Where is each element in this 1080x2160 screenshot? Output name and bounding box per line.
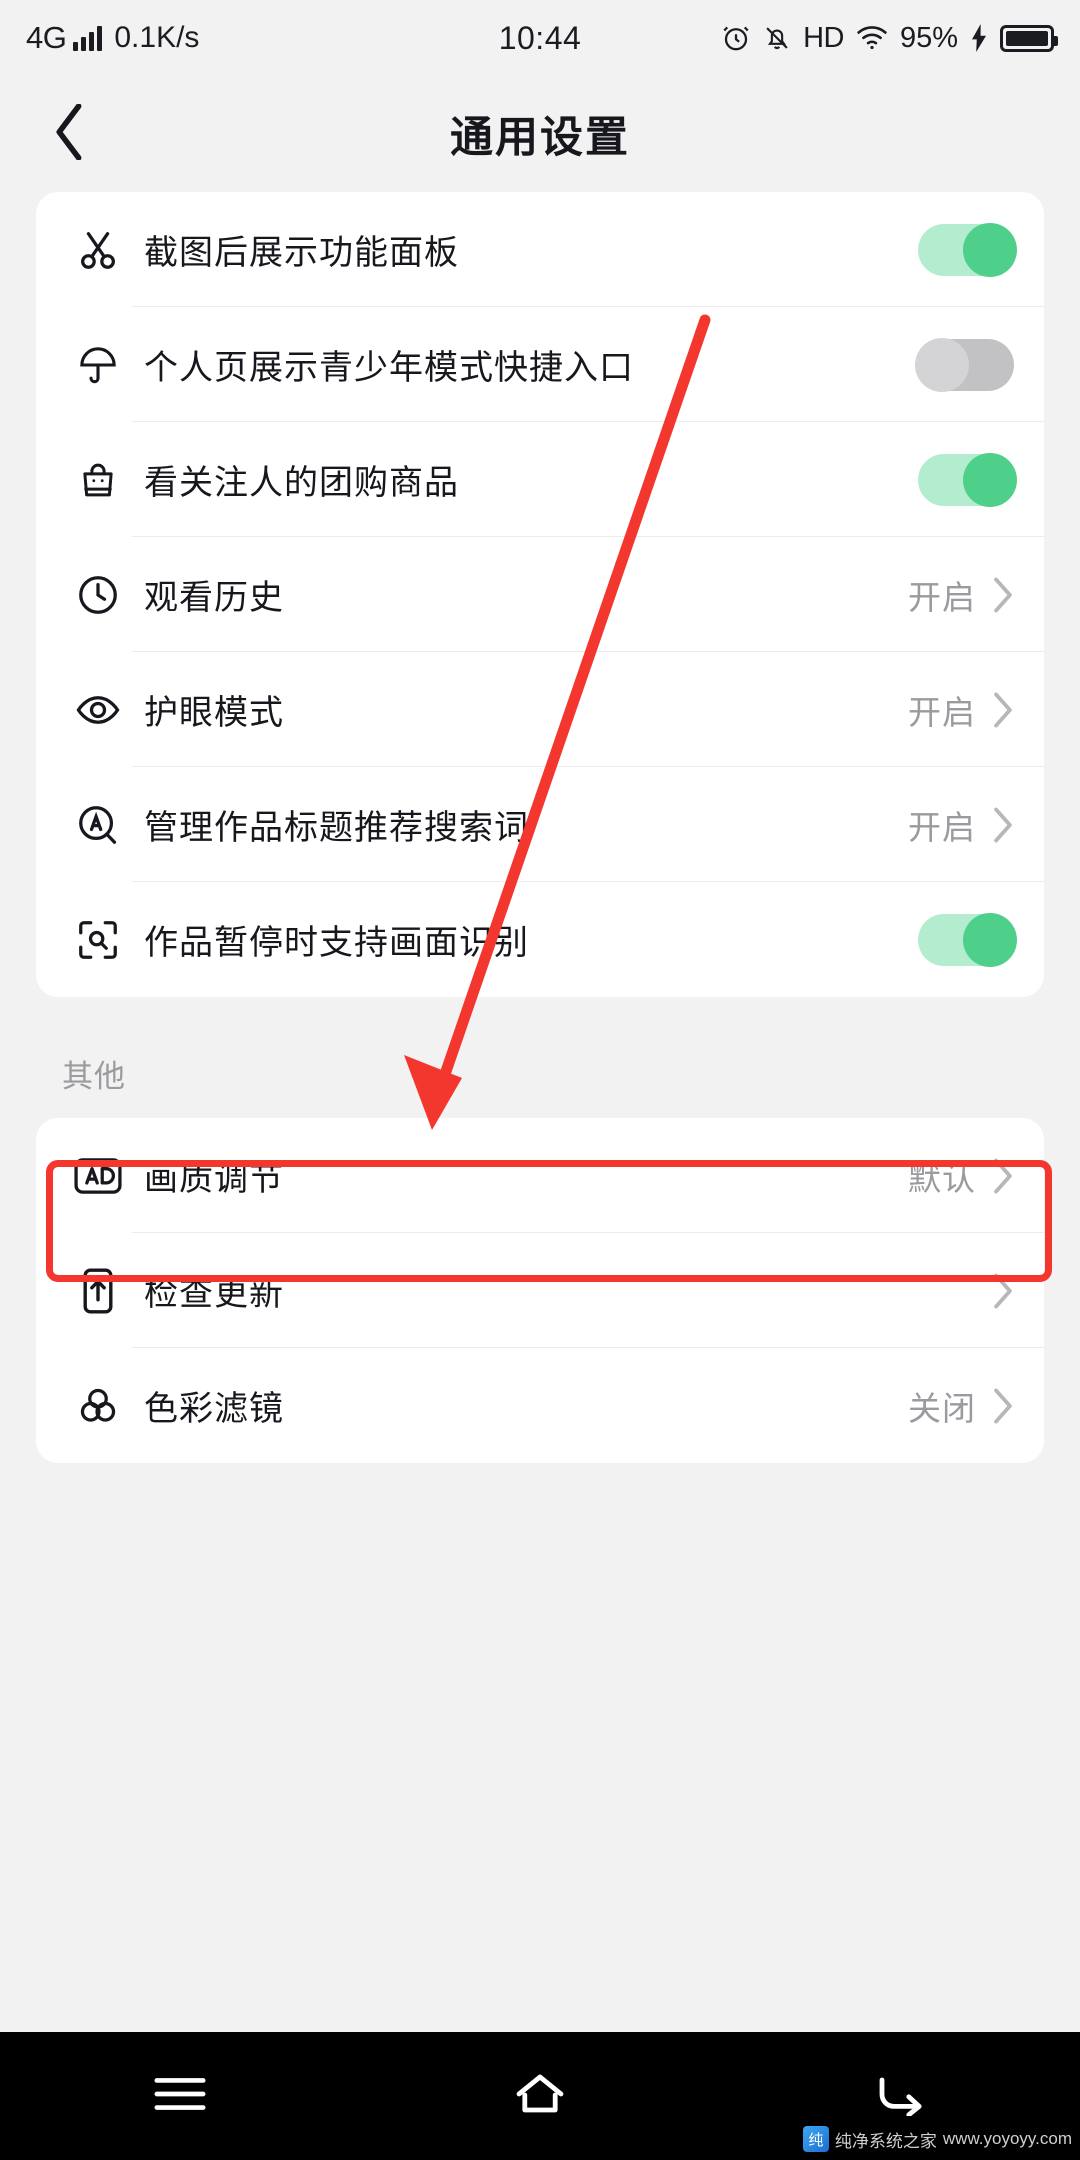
page-title: 通用设置 <box>450 114 630 162</box>
back-arrow-icon <box>874 2072 926 2121</box>
chevron-right-icon <box>992 1157 1014 1195</box>
row-control[interactable]: 开启 <box>908 801 1014 849</box>
umbrella-icon <box>64 342 132 388</box>
row-label: 观看历史 <box>144 579 284 617</box>
charging-bolt-icon <box>970 24 988 52</box>
eye-icon <box>64 687 132 733</box>
row-label: 看关注人的团购商品 <box>144 464 459 502</box>
mute-bell-icon <box>763 23 791 53</box>
row-control[interactable]: 开启 <box>908 686 1014 734</box>
color-rings-icon <box>64 1383 132 1429</box>
status-bar: 4G 0.1K/s 10:44 HD 95% <box>0 0 1080 76</box>
row-label: 个人页展示青少年模式快捷入口 <box>144 349 634 387</box>
row-label: 截图后展示功能面板 <box>144 234 459 272</box>
row-color-filter[interactable]: 色彩滤镜 关闭 <box>36 1348 1044 1463</box>
recents-button[interactable] <box>120 2072 240 2121</box>
row-title-search-terms[interactable]: 管理作品标题推荐搜索词 开启 <box>36 767 1044 882</box>
row-label: 画质调节 <box>144 1160 284 1198</box>
row-check-update[interactable]: 检查更新 <box>36 1233 1044 1348</box>
section-header-other: 其他 <box>62 1059 126 1094</box>
toggle-switch[interactable] <box>918 452 1017 507</box>
ad-box-icon <box>64 1154 132 1198</box>
row-label: 管理作品标题推荐搜索词 <box>144 809 529 847</box>
chevron-right-icon <box>992 691 1014 729</box>
battery-percent-label: 95% <box>899 21 958 54</box>
watermark-logo-icon: 纯 <box>802 2126 829 2152</box>
chevron-right-icon <box>992 1272 1014 1310</box>
scissors-icon <box>64 227 132 273</box>
toggle-switch[interactable] <box>915 337 1014 392</box>
watermark-url: www.yoyoyy.com <box>942 2129 1072 2148</box>
phone-up-icon <box>64 1267 132 1315</box>
back-button-nav[interactable] <box>840 2072 960 2121</box>
row-control[interactable]: 关闭 <box>908 1382 1014 1430</box>
home-icon <box>514 2072 566 2121</box>
chevron-right-icon <box>992 806 1014 844</box>
row-watch-history[interactable]: 观看历史 开启 <box>36 537 1044 652</box>
system-navigation-bar: 纯 纯净系统之家 www.yoyoyy.com <box>0 2032 1080 2160</box>
row-control[interactable] <box>976 1272 1014 1310</box>
alarm-clock-icon <box>721 23 751 53</box>
other-settings-card: 画质调节 默认 检查更新 色彩滤镜 关闭 <box>36 1118 1044 1463</box>
row-control[interactable]: 默认 <box>908 1152 1014 1200</box>
a-circle-icon <box>64 802 132 848</box>
home-button[interactable] <box>480 2072 600 2121</box>
chevron-right-icon <box>992 1387 1014 1425</box>
toggle-switch[interactable] <box>918 222 1017 277</box>
row-label: 检查更新 <box>144 1275 284 1313</box>
row-control[interactable] <box>918 912 1017 967</box>
row-value: 开启 <box>908 578 976 616</box>
row-value: 开启 <box>908 693 976 731</box>
battery-icon <box>1000 24 1058 52</box>
menu-recents-icon <box>151 2072 209 2121</box>
row-control[interactable] <box>918 452 1017 507</box>
hd-icon: HD <box>803 21 844 54</box>
row-pause-image-recognition[interactable]: 作品暂停时支持画面识别 <box>36 882 1044 997</box>
watermark: 纯 纯净系统之家 www.yoyoyy.com <box>802 2126 1072 2152</box>
page-header: 通用设置 <box>0 76 1080 192</box>
row-screenshot-panel[interactable]: 截图后展示功能面板 <box>36 192 1044 307</box>
scan-search-icon <box>64 917 132 963</box>
row-value: 默认 <box>908 1159 976 1197</box>
row-eye-protection[interactable]: 护眼模式 开启 <box>36 652 1044 767</box>
row-label: 护眼模式 <box>144 694 284 732</box>
row-control[interactable] <box>918 222 1017 277</box>
toggle-switch[interactable] <box>918 912 1017 967</box>
row-label: 作品暂停时支持画面识别 <box>144 924 529 962</box>
row-value: 关闭 <box>908 1389 976 1427</box>
status-bar-right: HD 95% <box>721 21 1058 55</box>
row-teen-mode-entry[interactable]: 个人页展示青少年模式快捷入口 <box>36 307 1044 422</box>
row-label: 色彩滤镜 <box>144 1390 284 1428</box>
watermark-text: 纯净系统之家 <box>834 2131 937 2151</box>
shopping-bag-icon <box>64 457 132 503</box>
clock-icon <box>64 572 132 618</box>
chevron-right-icon <box>992 576 1014 614</box>
general-settings-card: 截图后展示功能面板 个人页展示青少年模式快捷入口 看关注人的团购商品 观看历史 … <box>36 192 1044 997</box>
row-group-buy-following[interactable]: 看关注人的团购商品 <box>36 422 1044 537</box>
row-control[interactable]: 开启 <box>908 571 1014 619</box>
wifi-icon <box>856 25 888 51</box>
row-control[interactable] <box>915 337 1014 392</box>
row-image-quality[interactable]: 画质调节 默认 <box>36 1118 1044 1233</box>
row-value: 开启 <box>908 808 976 846</box>
